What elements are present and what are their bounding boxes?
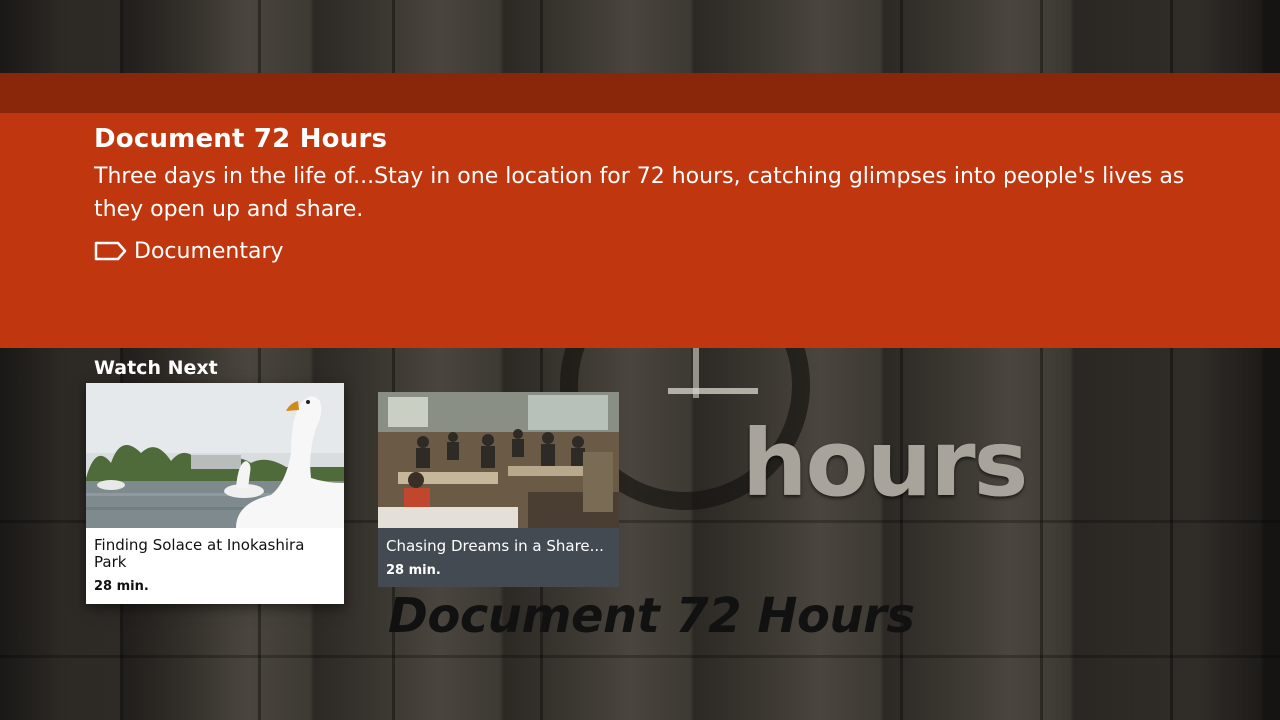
episode-card-focused[interactable]: Finding Solace at Inokashira Park 28 min… [86,383,344,604]
show-title: Document 72 Hours [94,124,388,154]
episode-thumbnail-swan-boats [86,383,344,528]
genre-row: Documentary [94,236,284,266]
bg-board-line [0,655,1280,658]
bg-clock-hand [668,388,758,394]
genre-label: Documentary [134,238,284,264]
episode-duration: 28 min. [94,579,149,594]
show-description: Three days in the life of...Stay in one … [94,164,1185,222]
episode-title: Finding Solace at Inokashira Park [94,536,305,571]
bg-show-logo-text: Document 72 Hours [388,588,915,644]
tag-icon [94,241,127,261]
banner-top-strip [0,73,1280,113]
bg-hours-text: hours [742,410,1028,517]
watch-next-heading: Watch Next [94,357,218,379]
episode-card[interactable]: Chasing Dreams in a Share... 28 min. [378,392,619,587]
episode-title: Chasing Dreams in a Share... [386,538,604,555]
episode-thumbnail-workspace [378,392,619,528]
episode-duration: 28 min. [386,563,441,578]
